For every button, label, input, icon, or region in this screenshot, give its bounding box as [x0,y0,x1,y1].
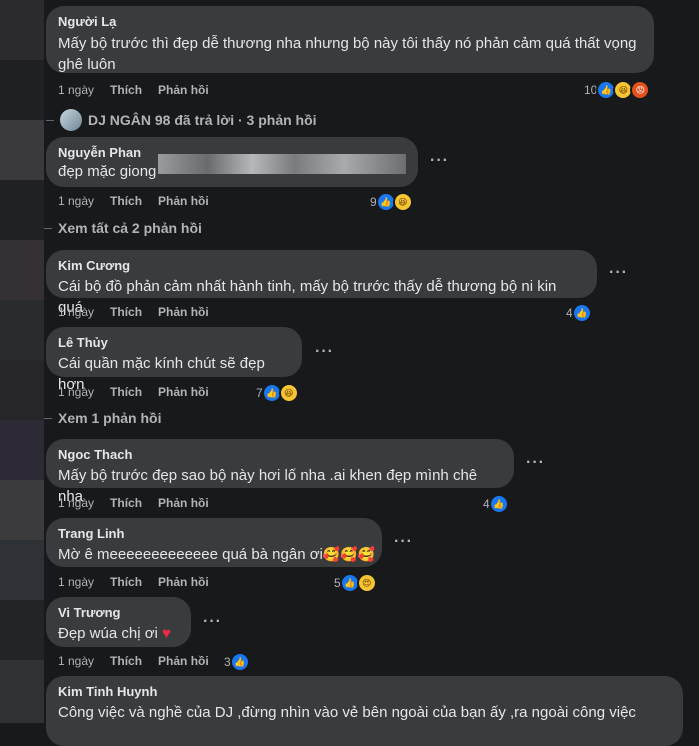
more-options-icon[interactable]: ··· [394,533,413,551]
reply-thread-link[interactable]: DJ NGÂN 98 đã trả lời · 3 phản hồi [46,109,317,131]
comment-time[interactable]: 1 ngày [58,194,94,208]
comment-author[interactable]: Ngoc Thach [58,447,502,463]
reaction-count: 10 [584,83,598,97]
thread-line [44,227,52,229]
more-options-icon[interactable]: ··· [315,343,334,361]
thread-line [46,119,54,121]
thread-line [44,417,52,419]
more-options-icon[interactable]: ··· [609,264,628,282]
comment-author[interactable]: Lê Thủy [58,335,290,351]
reply-button[interactable]: Phản hồi [158,496,209,510]
like-icon: 👍 [229,652,250,672]
comment-author[interactable]: Kim Cương [58,258,585,274]
comment-time[interactable]: 1 ngày [58,654,94,668]
comment-bubble: Ngoc Thach Mấy bộ trước đẹp sao bộ này h… [46,439,514,505]
blurred-content [158,154,407,175]
reaction-summary[interactable]: 5 👍 😍 [334,573,377,593]
reply-button[interactable]: Phản hồi [158,305,209,319]
comment-actions: 1 ngày Thích Phản hồi [58,194,209,208]
comment-bubble: Vi Trương Đẹp wúa chị ơi ♥ [46,597,191,647]
smiling-hearts-emoji: 🥰🥰🥰 [322,546,376,562]
comment-bubble: Người Lạ Mấy bộ trước thì đẹp dễ thương … [46,6,654,73]
view-replies-link[interactable]: Xem 1 phản hồi [44,410,161,426]
comment-actions: 1 ngày Thích Phản hồi [58,654,209,668]
comment-text: ghê luôn [58,56,116,73]
comment-text-body: Đẹp wúa chị ơi [58,625,158,642]
reaction-summary[interactable]: 4 👍 [566,303,592,323]
like-icon: 👍 [488,494,509,514]
avatar [60,109,82,131]
comment-time[interactable]: 1 ngày [58,385,94,399]
angry-icon: 😡 [630,80,651,100]
comment-text: Mờ ê meeeeeeeeeeeee quá bà ngân ơi🥰🥰🥰 [58,544,375,565]
like-button[interactable]: Thích [110,305,142,319]
haha-icon: 😆 [278,383,299,403]
comment-time[interactable]: 1 ngày [58,496,94,510]
comment-actions: 1 ngày Thích Phản hồi [58,385,209,399]
comment-bubble: Kim Tinh Huynh Công việc và nghề của DJ … [46,676,683,746]
red-heart-icon: ♥ [162,625,171,642]
comment-bubble: Nguyễn Phan đẹp mặc giong [46,137,418,187]
heart-eyes-icon: 😍 [356,573,377,593]
comment-actions: 1 ngày Thích Phản hồi [58,83,209,97]
comment-actions: 1 ngày Thích Phản hồi [58,305,209,319]
background-strip [0,0,44,723]
more-options-icon[interactable]: ··· [430,152,449,170]
comment-text: Đẹp wúa chị ơi ♥ [58,623,179,644]
comment-actions: 1 ngày Thích Phản hồi [58,496,209,510]
more-options-icon[interactable]: ··· [203,613,222,631]
comment-author[interactable]: Vi Trương [58,605,179,621]
reaction-summary[interactable]: 10 👍 😆 😡 [584,80,651,100]
reply-button[interactable]: Phản hồi [158,385,209,399]
reaction-summary[interactable]: 7 👍 😆 [256,383,299,403]
comment-text-visible: đẹp mặc giong [58,163,157,180]
haha-icon: 😆 [392,192,413,212]
view-replies-link[interactable]: Xem tất cả 2 phản hồi [44,220,202,236]
thread-label: DJ NGÂN 98 đã trả lời · 3 phản hồi [88,112,317,128]
like-button[interactable]: Thích [110,654,142,668]
comment-time[interactable]: 1 ngày [58,83,94,97]
reaction-summary[interactable]: 9 👍 😆 [370,192,413,212]
like-button[interactable]: Thích [110,194,142,208]
reply-button[interactable]: Phản hồi [158,654,209,668]
like-button[interactable]: Thích [110,385,142,399]
comment-text-body: Mờ ê meeeeeeeeeeeee quá bà ngân ơi [58,546,323,563]
comment-time[interactable]: 1 ngày [58,575,94,589]
comment-text: đẹp mặc giong [58,154,407,182]
comment-author[interactable]: Kim Tinh Huynh [58,684,671,700]
comment-bubble: Kim Cương Cái bộ đồ phản cảm nhất hành t… [46,250,597,316]
like-button[interactable]: Thích [110,496,142,510]
like-icon: 👍 [571,303,592,323]
reply-button[interactable]: Phản hồi [158,194,209,208]
reply-button[interactable]: Phản hồi [158,83,209,97]
thread-label: Xem tất cả 2 phản hồi [58,220,202,236]
comment-author[interactable]: Trang Linh [58,526,370,542]
comment-author[interactable]: Người Lạ [58,14,642,30]
comment-text: Công việc và nghề của DJ ,đừng nhìn vào … [58,704,636,721]
reaction-summary[interactable]: 3 👍 [224,652,250,672]
like-button[interactable]: Thích [110,575,142,589]
comment-bubble: Trang Linh Mờ ê meeeeeeeeeeeee quá bà ng… [46,518,382,567]
reaction-summary[interactable]: 4 👍 [483,494,509,514]
thread-label: Xem 1 phản hồi [58,410,162,426]
comment-time[interactable]: 1 ngày [58,305,94,319]
comment-actions: 1 ngày Thích Phản hồi [58,575,209,589]
comment-text: Mấy bộ trước thì đẹp dễ thương nha nhưng… [58,35,637,52]
more-options-icon[interactable]: ··· [526,454,545,472]
like-button[interactable]: Thích [110,83,142,97]
reply-button[interactable]: Phản hồi [158,575,209,589]
comment-bubble: Lê Thủy Cái quần mặc kính chút sẽ đẹp hơ… [46,327,302,393]
